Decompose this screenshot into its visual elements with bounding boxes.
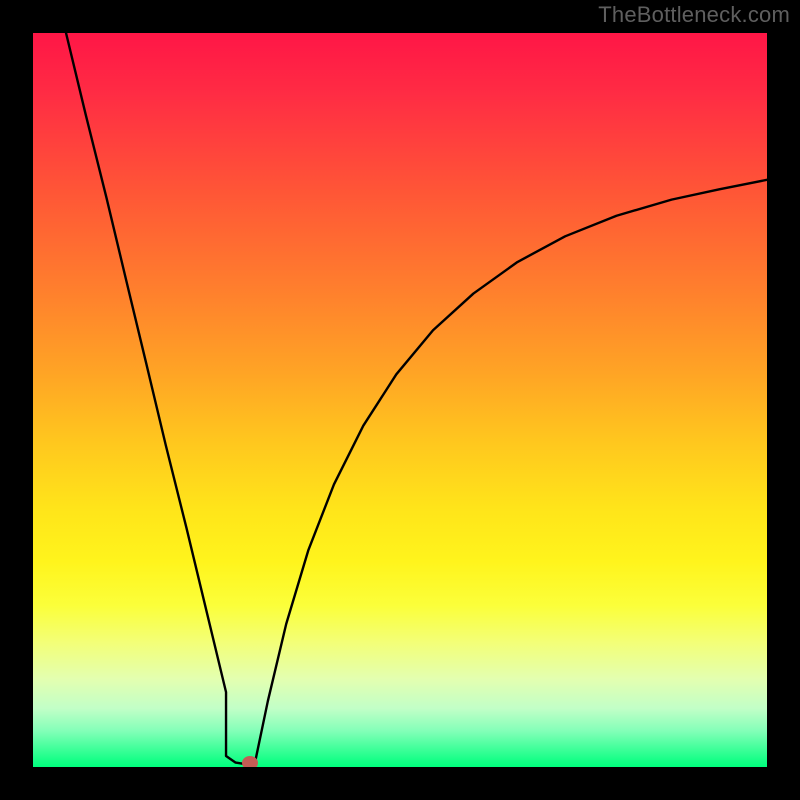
- bottleneck-curve: [66, 33, 767, 764]
- plot-area: [33, 33, 767, 767]
- chart-canvas: TheBottleneck.com: [0, 0, 800, 800]
- minimum-marker-dot: [242, 756, 258, 767]
- watermark-text: TheBottleneck.com: [598, 2, 790, 28]
- curve-svg: [33, 33, 767, 767]
